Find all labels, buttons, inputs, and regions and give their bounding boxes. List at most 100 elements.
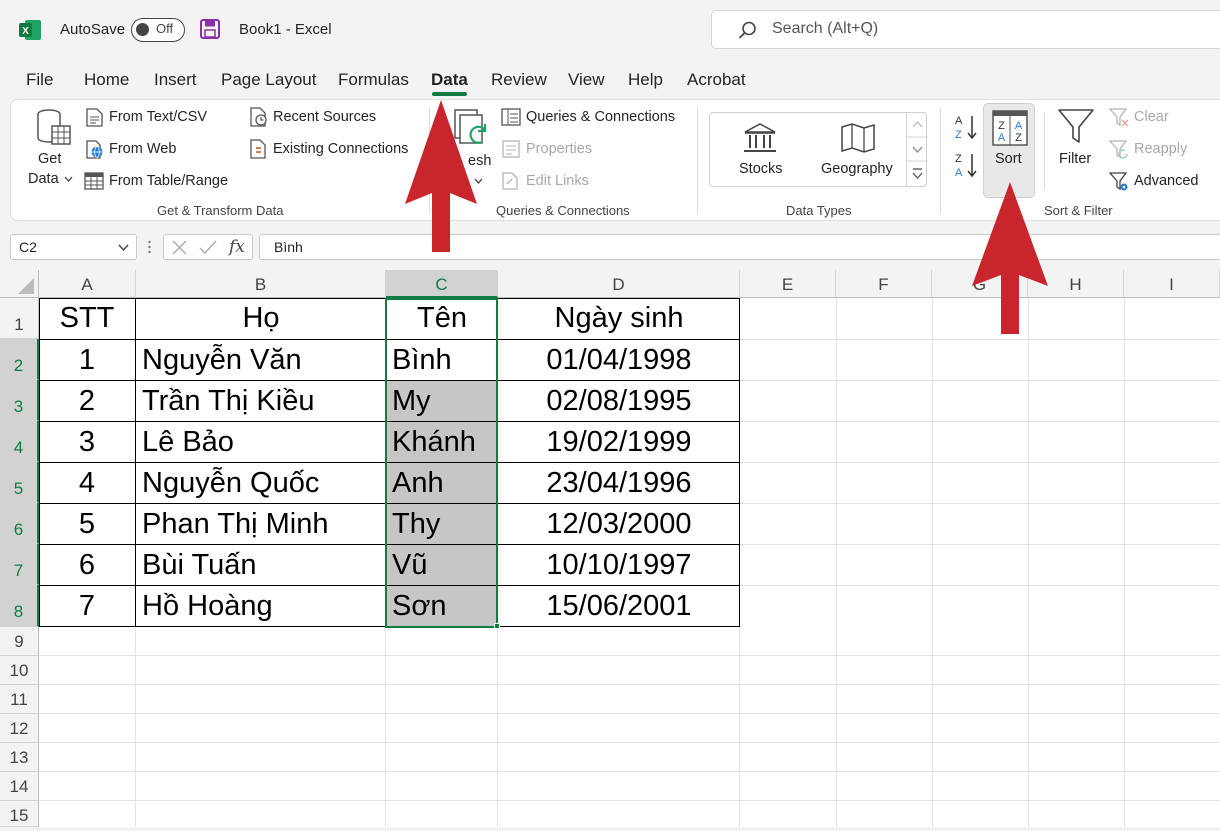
- tab-data[interactable]: Data: [431, 70, 468, 90]
- tab-review[interactable]: Review: [491, 70, 547, 90]
- cell-d2[interactable]: 01/04/1998: [498, 340, 740, 381]
- get-data-label-1[interactable]: Get: [38, 151, 61, 167]
- from-text-csv-button[interactable]: From Text/CSV: [109, 109, 207, 125]
- row-header-1[interactable]: 1: [0, 298, 39, 339]
- sort-a-to-z-icon[interactable]: AZ: [953, 113, 979, 141]
- select-all-corner[interactable]: [0, 270, 39, 298]
- recent-sources-button[interactable]: Recent Sources: [273, 109, 376, 125]
- cell-c5[interactable]: Anh: [392, 463, 444, 504]
- from-web-button[interactable]: From Web: [109, 141, 176, 157]
- column-header-f[interactable]: F: [836, 270, 932, 298]
- row-header-2[interactable]: 2: [0, 339, 39, 380]
- insert-function-button[interactable]: fx: [229, 237, 245, 257]
- cell-d8[interactable]: 15/06/2001: [498, 586, 740, 627]
- cell-a6[interactable]: 5: [39, 504, 135, 545]
- row-header-8[interactable]: 8: [0, 585, 39, 627]
- search-box[interactable]: Search (Alt+Q): [711, 10, 1220, 49]
- properties-button[interactable]: Properties: [526, 141, 592, 157]
- gallery-scroll[interactable]: [906, 113, 928, 186]
- row-header-3[interactable]: 3: [0, 380, 39, 421]
- cell-b8[interactable]: Hồ Hoàng: [142, 586, 273, 627]
- stocks-button[interactable]: Stocks: [739, 161, 783, 177]
- row-header-13[interactable]: 13: [0, 743, 39, 772]
- cell-a7[interactable]: 6: [39, 545, 135, 586]
- get-data-label-2[interactable]: Data: [28, 171, 59, 187]
- tab-insert[interactable]: Insert: [154, 70, 197, 90]
- column-header-c[interactable]: C: [386, 270, 498, 298]
- column-header-i[interactable]: I: [1124, 270, 1220, 298]
- cell-c7[interactable]: Vũ: [392, 545, 427, 586]
- existing-connections-button[interactable]: Existing Connections: [273, 141, 408, 157]
- geography-button[interactable]: Geography: [821, 161, 893, 177]
- cell-b2[interactable]: Nguyễn Văn: [142, 340, 302, 381]
- cell-d6[interactable]: 12/03/2000: [498, 504, 740, 545]
- filter-button[interactable]: Filter: [1059, 151, 1091, 167]
- tab-file[interactable]: File: [26, 70, 53, 90]
- tab-home[interactable]: Home: [84, 70, 129, 90]
- gridline: [932, 298, 933, 827]
- cell-b7[interactable]: Bùi Tuấn: [142, 545, 256, 586]
- cell-d5[interactable]: 23/04/1996: [498, 463, 740, 504]
- row-header-7[interactable]: 7: [0, 544, 39, 585]
- row-header-11[interactable]: 11: [0, 685, 39, 714]
- column-header-a[interactable]: A: [39, 270, 136, 298]
- svg-text:Z: Z: [998, 120, 1005, 132]
- cell-b1[interactable]: Họ: [136, 298, 386, 339]
- from-table-range-button[interactable]: From Table/Range: [109, 173, 228, 189]
- cell-a8[interactable]: 7: [39, 586, 135, 627]
- advanced-button[interactable]: Advanced: [1134, 173, 1199, 189]
- name-box[interactable]: C2: [10, 234, 137, 260]
- enter-check-icon[interactable]: [199, 240, 217, 255]
- cell-c3[interactable]: My: [392, 381, 431, 422]
- autosave-toggle[interactable]: Off: [131, 18, 185, 42]
- cell-c2[interactable]: Bình: [392, 340, 452, 381]
- row-header-6[interactable]: 6: [0, 503, 39, 544]
- tab-view[interactable]: View: [568, 70, 605, 90]
- cell-c8[interactable]: Sơn: [392, 586, 447, 627]
- edit-links-button[interactable]: Edit Links: [526, 173, 589, 189]
- cell-a2[interactable]: 1: [39, 340, 135, 381]
- filter-icon[interactable]: [1057, 108, 1095, 146]
- cell-a4[interactable]: 3: [39, 422, 135, 463]
- stocks-icon[interactable]: [743, 122, 777, 154]
- cell-b5[interactable]: Nguyễn Quốc: [142, 463, 319, 504]
- cell-c1[interactable]: Tên: [386, 298, 498, 339]
- clear-button[interactable]: Clear: [1134, 109, 1169, 125]
- tab-help[interactable]: Help: [628, 70, 663, 90]
- row-header-9[interactable]: 9: [0, 627, 39, 656]
- cell-a5[interactable]: 4: [39, 463, 135, 504]
- queries-connections-button[interactable]: Queries & Connections: [526, 109, 675, 125]
- cell-c6[interactable]: Thy: [392, 504, 440, 545]
- tab-acrobat[interactable]: Acrobat: [687, 70, 746, 90]
- tab-formulas[interactable]: Formulas: [338, 70, 409, 90]
- cell-b4[interactable]: Lê Bảo: [142, 422, 234, 463]
- svg-text:Z: Z: [955, 153, 962, 165]
- cell-b6[interactable]: Phan Thị Minh: [142, 504, 328, 545]
- get-data-icon[interactable]: [36, 108, 72, 150]
- cell-d3[interactable]: 02/08/1995: [498, 381, 740, 422]
- row-header-12[interactable]: 12: [0, 714, 39, 743]
- column-header-d[interactable]: D: [498, 270, 740, 298]
- cell-a3[interactable]: 2: [39, 381, 135, 422]
- cell-d1[interactable]: Ngày sinh: [498, 298, 740, 339]
- column-header-e[interactable]: E: [740, 270, 836, 298]
- cell-c4[interactable]: Khánh: [392, 422, 476, 463]
- column-header-b[interactable]: B: [136, 270, 386, 298]
- cell-b3[interactable]: Trần Thị Kiều: [142, 381, 314, 422]
- annotation-arrow-icon: [972, 182, 1048, 334]
- cell-d7[interactable]: 10/10/1997: [498, 545, 740, 586]
- cell-d4[interactable]: 19/02/1999: [498, 422, 740, 463]
- reapply-button[interactable]: Reapply: [1134, 141, 1187, 157]
- row-header-4[interactable]: 4: [0, 421, 39, 462]
- row-header-10[interactable]: 10: [0, 656, 39, 685]
- row-header-14[interactable]: 14: [0, 772, 39, 801]
- cancel-icon[interactable]: [172, 240, 187, 255]
- cell-a1[interactable]: STT: [39, 298, 135, 339]
- row-header-15[interactable]: 15: [0, 801, 39, 827]
- geography-icon[interactable]: [840, 122, 876, 154]
- row-header-5[interactable]: 5: [0, 462, 39, 503]
- save-icon[interactable]: [200, 19, 220, 39]
- tab-page-layout[interactable]: Page Layout: [221, 70, 316, 90]
- sort-z-to-a-icon[interactable]: ZA: [953, 151, 979, 179]
- data-types-group-label: Data Types: [786, 203, 852, 218]
